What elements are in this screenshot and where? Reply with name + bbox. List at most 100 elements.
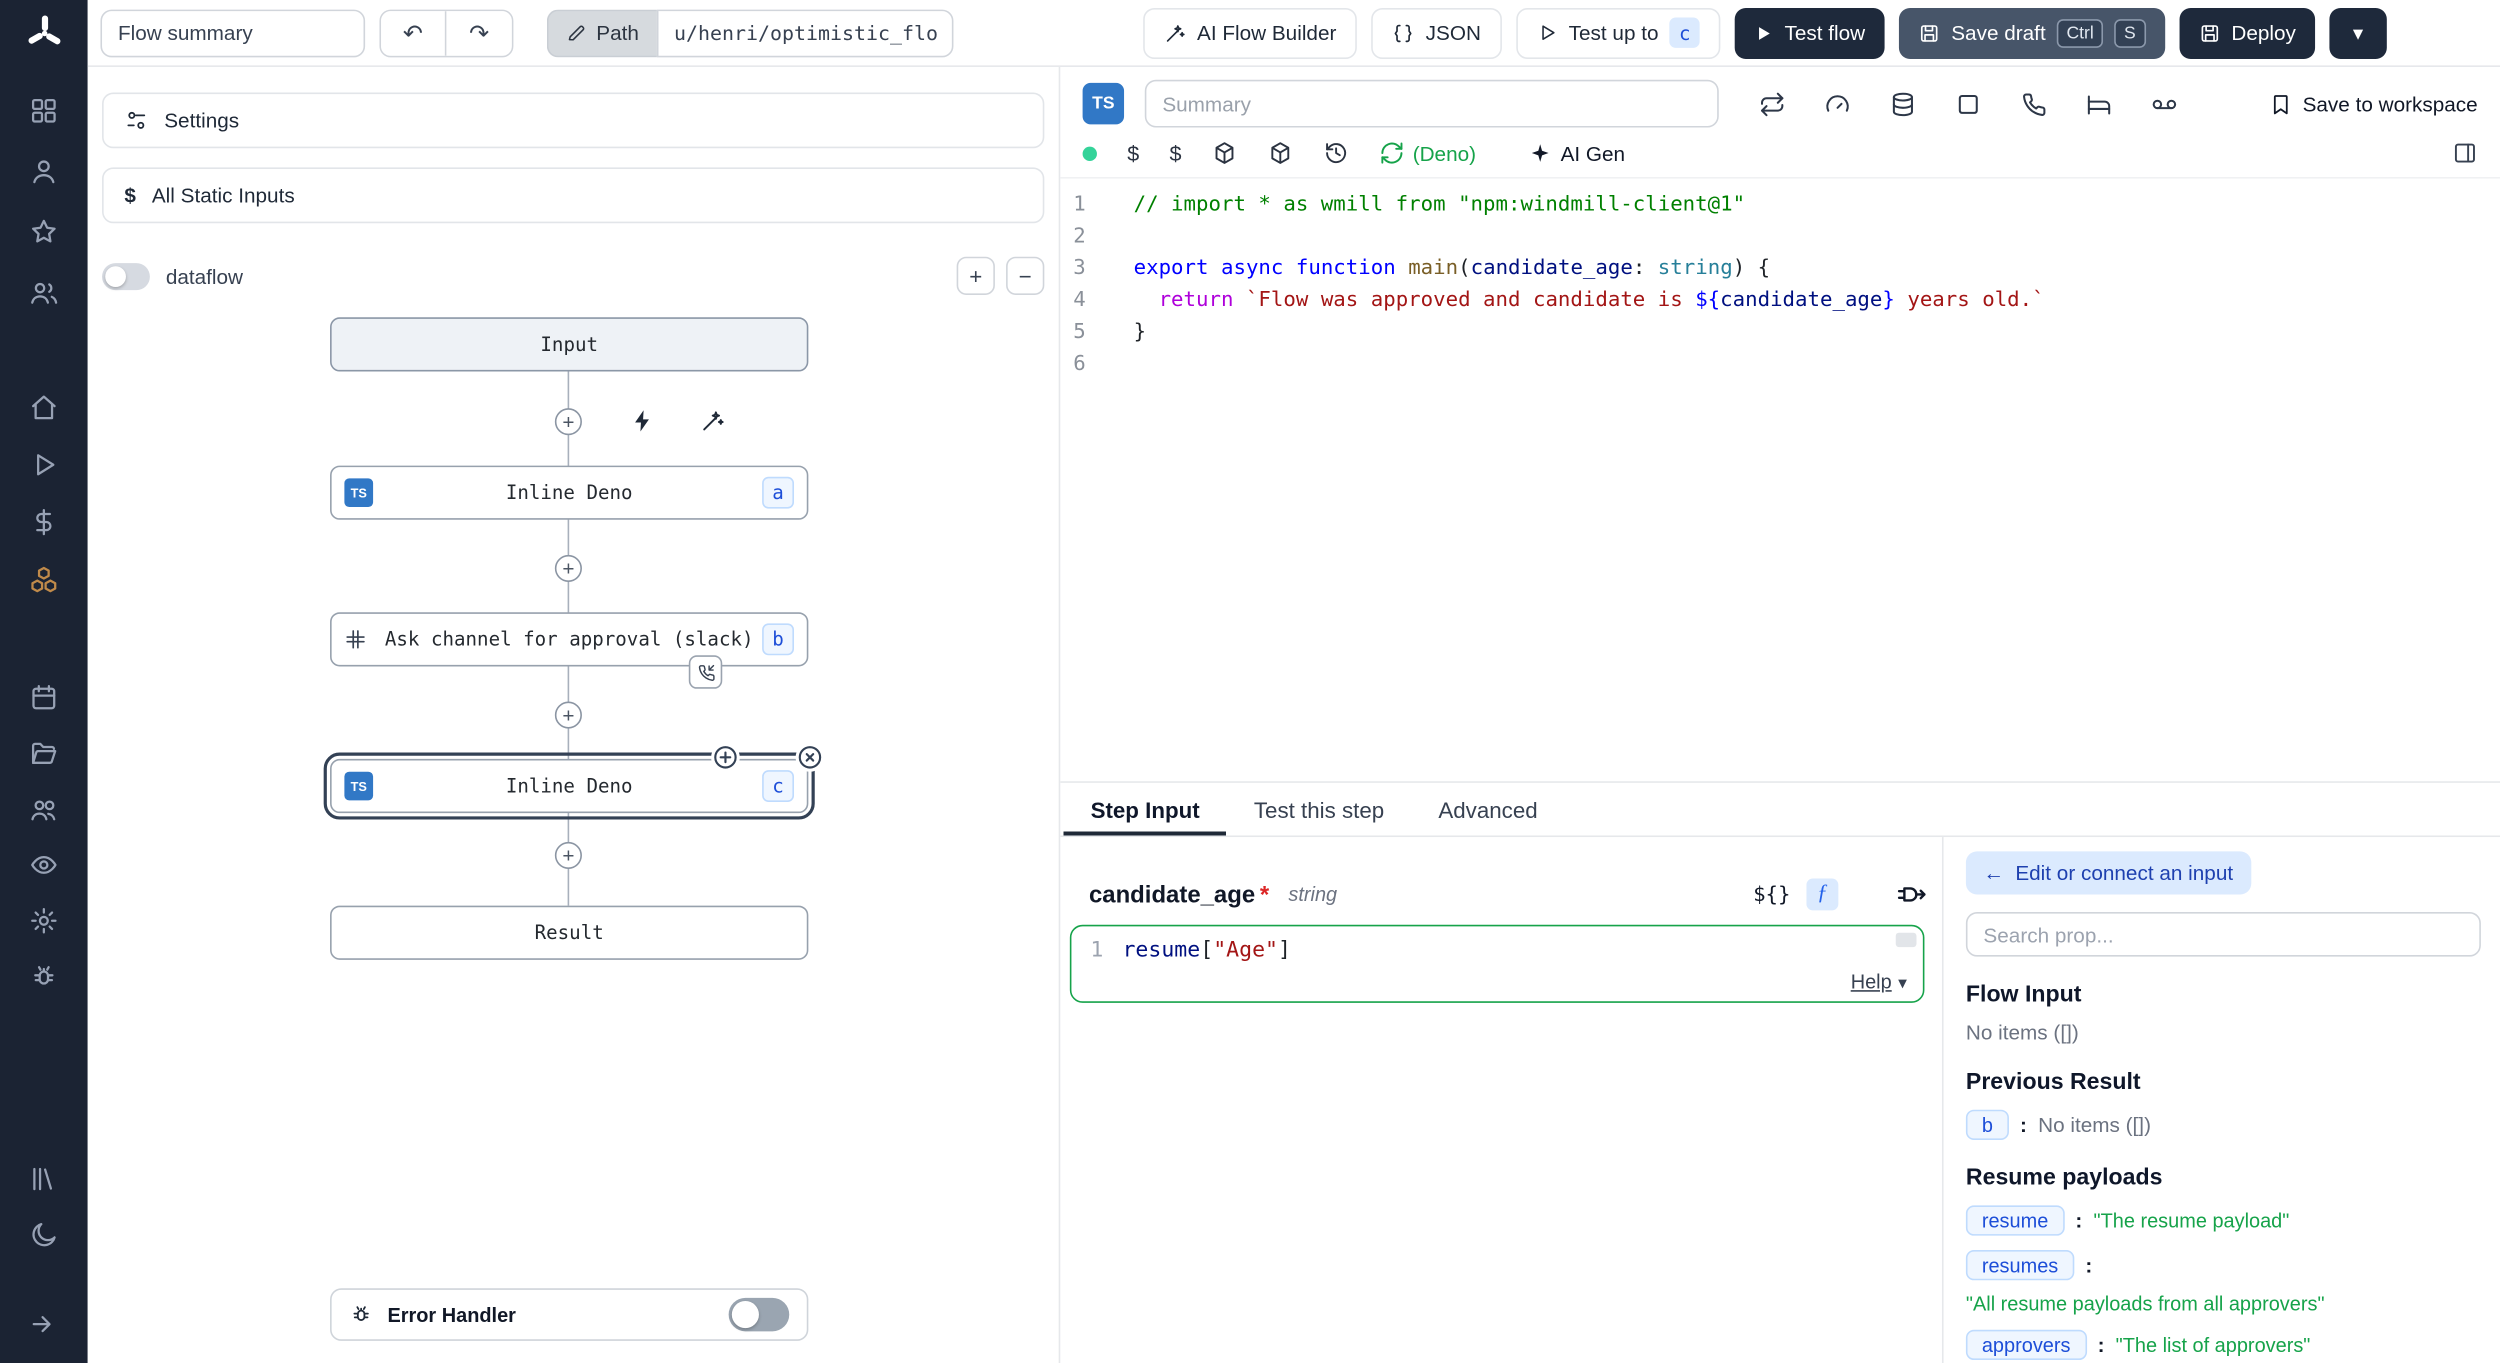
star-icon[interactable] xyxy=(0,207,88,255)
groups-icon[interactable] xyxy=(0,784,88,832)
docs-library-icon[interactable] xyxy=(0,1154,88,1202)
collapse-arrow-icon[interactable] xyxy=(0,1299,88,1347)
schedules-calendar-icon[interactable] xyxy=(0,673,88,721)
insert-variable-icon[interactable]: $ xyxy=(1127,141,1139,165)
deploy-button[interactable]: Deploy xyxy=(2179,7,2315,58)
step-summary-input[interactable] xyxy=(1145,80,1719,128)
add-step-button-1[interactable]: + xyxy=(555,408,582,435)
move-node-icon[interactable] xyxy=(711,743,740,772)
node-c-label: Inline Deno xyxy=(332,775,807,797)
concurrency-gauge-icon[interactable] xyxy=(1824,90,1851,117)
early-stop-square-icon[interactable] xyxy=(1955,90,1982,117)
error-handler-row[interactable]: Error Handler xyxy=(330,1288,808,1341)
zoom-in-button[interactable]: + xyxy=(957,257,995,295)
all-static-inputs-row[interactable]: $ All Static Inputs xyxy=(102,167,1044,223)
suspend-phone-icon[interactable] xyxy=(2020,90,2047,117)
settings-gear-icon[interactable] xyxy=(0,896,88,944)
node-c-selected[interactable]: TS Inline Deno c xyxy=(330,759,808,813)
workers-bug-icon[interactable] xyxy=(0,952,88,1000)
package-lock-icon[interactable] xyxy=(1268,140,1294,166)
node-b[interactable]: Ask channel for approval (slack) b xyxy=(330,612,808,666)
resources-boxes-icon[interactable] xyxy=(0,555,88,603)
typescript-badge: TS xyxy=(344,772,373,801)
resume-chip[interactable]: resume xyxy=(1966,1205,2064,1235)
input-node[interactable]: Input xyxy=(330,317,808,371)
add-step-button-3[interactable]: + xyxy=(555,702,582,729)
suspend-approval-chip[interactable] xyxy=(689,655,722,688)
test-up-to-button[interactable]: Test up to c xyxy=(1516,7,1721,58)
node-a-id-badge: a xyxy=(762,477,794,509)
runtime-label: (Deno) xyxy=(1413,141,1476,165)
connect-input-plug-button[interactable] xyxy=(1896,879,1928,911)
runtime-selector[interactable]: (Deno) xyxy=(1379,140,1476,166)
error-handler-toggle[interactable] xyxy=(729,1298,790,1331)
test-flow-button[interactable]: Test flow xyxy=(1735,7,1884,58)
dataflow-toggle[interactable] xyxy=(102,262,150,289)
editor-expand-handle[interactable] xyxy=(1896,933,1917,947)
result-node[interactable]: Result xyxy=(330,906,808,960)
tab-advanced[interactable]: Advanced xyxy=(1411,783,1565,836)
field-expression-editor[interactable]: 1 resume["Age"] Help ▾ xyxy=(1070,925,1925,1003)
dark-mode-moon-icon[interactable] xyxy=(0,1210,88,1258)
step-body: candidate_age * string ${} ƒ xyxy=(1060,837,2500,1363)
template-expr-button[interactable]: ${} xyxy=(1753,883,1790,907)
redo-icon: ↷ xyxy=(469,18,489,47)
colon: : xyxy=(2085,1253,2092,1277)
tab-test-this-step[interactable]: Test this step xyxy=(1227,783,1411,836)
code-editor[interactable]: 123456 // import * as wmill from "npm:wi… xyxy=(1060,179,2500,782)
package-icon[interactable] xyxy=(1212,140,1238,166)
runs-play-icon[interactable] xyxy=(0,440,88,488)
path-label: Path xyxy=(596,21,639,45)
deploy-more-button[interactable]: ▾ xyxy=(2329,7,2386,58)
sidebar xyxy=(0,0,88,1363)
redo-button[interactable]: ↷ xyxy=(446,10,511,55)
ai-wand-icon[interactable] xyxy=(700,408,726,434)
test-up-to-step-badge: c xyxy=(1670,18,1700,48)
undo-button[interactable]: ↶ xyxy=(381,10,446,55)
delete-node-icon[interactable] xyxy=(796,743,825,772)
windmill-logo-icon[interactable] xyxy=(0,0,88,67)
tab-step-input[interactable]: Step Input xyxy=(1063,783,1226,836)
audit-eye-icon[interactable] xyxy=(0,840,88,888)
path-button[interactable]: Path xyxy=(547,9,657,57)
resumes-chip[interactable]: resumes xyxy=(1966,1250,2074,1280)
path-value[interactable]: u/henri/optimistic_flo xyxy=(656,9,953,57)
cache-database-icon[interactable] xyxy=(1889,90,1916,117)
insert-resource-icon[interactable]: $ xyxy=(1170,141,1182,165)
flow-summary-input[interactable] xyxy=(100,9,365,57)
json-button[interactable]: JSON xyxy=(1371,7,1501,58)
content: Settings $ All Static Inputs dataflow + … xyxy=(88,67,2500,1363)
prev-result-chip[interactable]: b xyxy=(1966,1110,2009,1140)
trigger-bolt-icon[interactable] xyxy=(630,408,656,434)
home-icon[interactable] xyxy=(0,383,88,431)
mock-voicemail-icon[interactable] xyxy=(2151,90,2178,117)
ai-flow-builder-button[interactable]: AI Flow Builder xyxy=(1143,7,1357,58)
zoom-out-button[interactable]: − xyxy=(1006,257,1044,295)
edit-or-connect-button[interactable]: ← Edit or connect an input xyxy=(1966,851,2251,894)
fx-javascript-toggle[interactable]: ƒ xyxy=(1806,879,1838,911)
save-draft-button[interactable]: Save draft Ctrl S xyxy=(1899,7,2165,58)
user-icon[interactable] xyxy=(0,147,88,195)
help-link[interactable]: Help xyxy=(1851,971,1892,993)
sleep-bed-icon[interactable] xyxy=(2085,90,2112,117)
reset-history-icon[interactable] xyxy=(1323,140,1349,166)
sidebar-bottom xyxy=(0,1154,88,1363)
ai-gen-button[interactable]: AI Gen xyxy=(1529,141,1625,165)
retries-repeat-icon[interactable] xyxy=(1759,90,1786,117)
add-step-button-2[interactable]: + xyxy=(555,555,582,582)
save-to-workspace-button[interactable]: Save to workspace xyxy=(2269,92,2478,116)
add-step-button-4[interactable]: + xyxy=(555,842,582,869)
folders-icon[interactable] xyxy=(0,729,88,777)
variables-dollar-icon[interactable] xyxy=(0,497,88,545)
approvers-chip[interactable]: approvers xyxy=(1966,1330,2087,1360)
editor-panel: TS Save to wor xyxy=(1060,67,2500,781)
node-a[interactable]: TS Inline Deno a xyxy=(330,466,808,520)
flow-settings-row[interactable]: Settings xyxy=(102,92,1044,148)
field-type: string xyxy=(1288,883,1337,905)
search-prop-input[interactable] xyxy=(1966,912,2481,957)
slack-icon xyxy=(344,628,366,650)
dataflow-label: dataflow xyxy=(166,264,243,288)
grid-icon[interactable] xyxy=(0,86,88,134)
diff-panel-icon[interactable] xyxy=(2452,140,2478,166)
users-icon[interactable] xyxy=(0,268,88,316)
